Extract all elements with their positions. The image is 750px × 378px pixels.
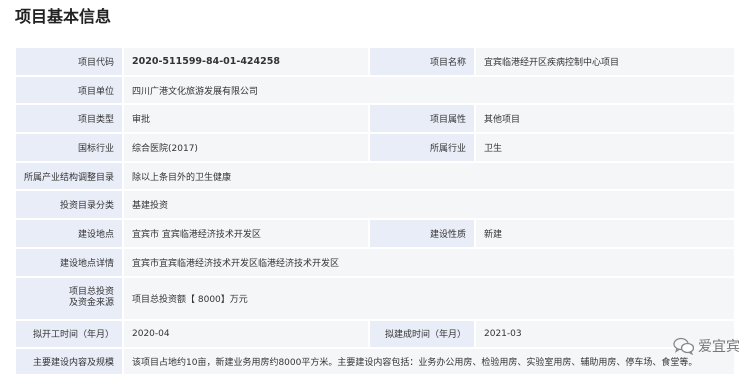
start-date-value: 2020-04 (122, 318, 370, 350)
industry-structure-label: 所属产业结构调整目录 (14, 160, 124, 192)
completion-date-label: 拟建成时间（年月） (368, 318, 476, 350)
total-investment-label-line1: 项目总投资 (68, 287, 114, 298)
construction-content-value: 该项目占地约10亩，新建业务用房约8000平方米。主要建设内容包括：业务办公用房… (122, 347, 736, 376)
project-info-table-container: 项目代码 2020-511599-84-01-424258 项目名称 宜宾临港经… (14, 46, 736, 376)
national-industry-value: 综合医院(2017) (122, 132, 370, 163)
construction-content-label: 主要建设内容及规模 (14, 347, 124, 376)
investment-category-value: 基建投资 (122, 189, 736, 221)
table-row: 项目单位 四川广港文化旅游发展有限公司 (14, 74, 736, 106)
project-type-value: 审批 (122, 103, 370, 135)
table-row: 项目代码 2020-511599-84-01-424258 项目名称 宜宾临港经… (14, 46, 736, 77)
project-type-label: 项目类型 (14, 103, 124, 135)
project-unit-label: 项目单位 (14, 74, 124, 106)
project-unit-value: 四川广港文化旅游发展有限公司 (122, 74, 736, 106)
start-date-label: 拟开工时间（年月） (14, 318, 124, 350)
table-row: 所属产业结构调整目录 除以上条目外的卫生健康 (14, 160, 736, 192)
construction-nature-label: 建设性质 (368, 218, 476, 249)
construction-site-label: 建设地点 (14, 218, 124, 249)
table-row: 建设地点详情 宜宾市宜宾临港经济技术开发区临港经济技术开发区 (14, 246, 736, 278)
site-detail-label: 建设地点详情 (14, 246, 124, 278)
construction-site-value: 宜宾市 宜宾临港经济技术开发区 (122, 218, 370, 249)
project-code-label: 项目代码 (14, 46, 124, 77)
site-detail-value: 宜宾市宜宾临港经济技术开发区临港经济技术开发区 (122, 246, 736, 278)
industry-structure-value: 除以上条目外的卫生健康 (122, 160, 736, 192)
table-row: 项目类型 审批 项目属性 其他项目 (14, 103, 736, 135)
table-row: 投资目录分类 基建投资 (14, 189, 736, 221)
table-row: 国标行业 综合医院(2017) 所属行业 卫生 (14, 132, 736, 163)
table-row: 拟开工时间（年月） 2020-04 拟建成时间（年月） 2021-03 (14, 318, 736, 350)
total-investment-value: 项目总投资额【 8000】万元 (122, 275, 736, 321)
national-industry-label: 国标行业 (14, 132, 124, 163)
table-row: 建设地点 宜宾市 宜宾临港经济技术开发区 建设性质 新建 (14, 218, 736, 249)
page-title: 项目基本信息 (15, 7, 112, 26)
project-attribute-label: 项目属性 (368, 103, 476, 135)
watermark-text: 爱宜宾 (698, 339, 740, 355)
project-info-table: 项目代码 2020-511599-84-01-424258 项目名称 宜宾临港经… (14, 46, 736, 376)
investment-category-label: 投资目录分类 (14, 189, 124, 221)
project-attribute-value: 其他项目 (474, 103, 736, 135)
industry-value: 卫生 (474, 132, 736, 163)
project-code-value: 2020-511599-84-01-424258 (122, 46, 370, 77)
watermark: 爱宜宾 (673, 336, 740, 356)
project-name-value: 宜宾临港经开区疾病控制中心项目 (474, 46, 736, 77)
total-investment-label-line2: 及资金来源 (68, 298, 114, 309)
table-row: 项目总投资 及资金来源 项目总投资额【 8000】万元 (14, 275, 736, 321)
industry-label: 所属行业 (368, 132, 476, 163)
project-name-label: 项目名称 (368, 46, 476, 77)
wechat-icon (673, 337, 695, 355)
table-row: 主要建设内容及规模 该项目占地约10亩，新建业务用房约8000平方米。主要建设内… (14, 347, 736, 376)
construction-nature-value: 新建 (474, 218, 736, 249)
total-investment-label: 项目总投资 及资金来源 (14, 275, 124, 321)
